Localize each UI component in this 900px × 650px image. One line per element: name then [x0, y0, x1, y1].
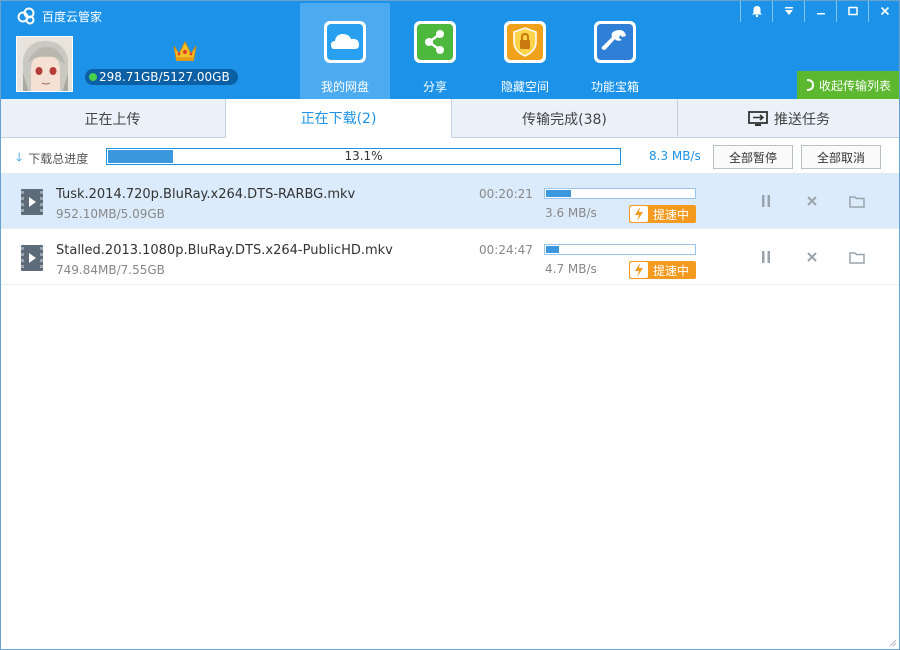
- folder-icon: [849, 195, 865, 208]
- tab-uploading-label: 正在上传: [84, 111, 141, 128]
- avatar-image: [17, 37, 72, 91]
- cancel-button[interactable]: [804, 193, 820, 209]
- file-name: Tusk.2014.720p.BluRay.x264.DTS-RARBG.mkv: [56, 187, 356, 202]
- wrench-icon: [593, 20, 637, 64]
- nav-my-disk-label: 我的网盘: [320, 80, 369, 94]
- file-progress-fill: [546, 190, 571, 197]
- close-icon: [807, 252, 817, 262]
- file-size: 952.10MB/5.09GB: [56, 207, 165, 221]
- window-controls: [740, 0, 900, 22]
- speed-boost-label: 提速中: [653, 263, 690, 278]
- tab-downloading[interactable]: 正在下载(2): [226, 99, 452, 138]
- download-row[interactable]: Tusk.2014.720p.BluRay.x264.DTS-RARBG.mkv…: [0, 173, 900, 229]
- total-progress-text: 下载总进度: [28, 152, 89, 166]
- cancel-all-button[interactable]: 全部取消: [801, 145, 881, 169]
- video-file-icon: [21, 189, 43, 215]
- tab-uploading[interactable]: 正在上传: [0, 99, 226, 138]
- total-progress-bar: 🡓 下载总进度 13.1% 8.3 MB/s 全部暂停 全部取消: [0, 138, 900, 173]
- main-nav: 我的网盘 分享 隐藏空间 功能宝箱: [300, 3, 660, 99]
- pause-button[interactable]: [758, 193, 774, 209]
- speed-boost-badge[interactable]: 提速中: [629, 261, 696, 279]
- minimize-icon: [816, 13, 825, 15]
- share-icon: [413, 20, 457, 64]
- nav-toolbox-label: 功能宝箱: [590, 80, 639, 94]
- nav-my-disk[interactable]: 我的网盘: [300, 3, 390, 99]
- time-remaining: 00:24:47: [479, 243, 533, 257]
- app-title-text: 百度云管家: [42, 9, 103, 24]
- pause-icon: [762, 251, 770, 263]
- close-button[interactable]: [868, 0, 900, 22]
- folder-icon: [849, 251, 865, 264]
- total-progress-percent: 13.1%: [344, 149, 383, 163]
- file-progress-track: [544, 188, 696, 199]
- avatar[interactable]: [16, 36, 73, 92]
- transfer-tabs: 正在上传 正在下载(2) 传输完成(38) 推送任务: [0, 99, 900, 138]
- resize-grip-icon[interactable]: [887, 637, 897, 647]
- close-icon: [807, 196, 817, 206]
- tab-downloading-label: 正在下载(2): [300, 111, 377, 127]
- maximize-icon: [847, 6, 858, 16]
- tab-push-tasks[interactable]: 推送任务: [678, 99, 900, 138]
- nav-share-label: 分享: [422, 80, 447, 94]
- baidu-cloud-logo-icon: [17, 7, 35, 25]
- open-folder-button[interactable]: [849, 249, 865, 265]
- download-row[interactable]: Stalled.2013.1080p.BluRay.DTS.x264-Publi…: [0, 229, 900, 285]
- quota-indicator-icon: [89, 73, 97, 81]
- speed-boost-badge[interactable]: 提速中: [629, 205, 696, 223]
- bell-icon: [751, 6, 762, 17]
- tab-completed[interactable]: 传输完成(38): [452, 99, 678, 138]
- notification-button[interactable]: [740, 0, 772, 22]
- app-title: 百度云管家: [16, 7, 102, 25]
- quota-text: 298.71GB/5127.00GB: [99, 70, 230, 84]
- collapse-label: 收起传输列表: [818, 78, 891, 93]
- file-name: Stalled.2013.1080p.BluRay.DTS.x264-Publi…: [56, 243, 393, 258]
- tab-push-tasks-label: 推送任务: [774, 111, 830, 128]
- total-progress-track: 13.1%: [106, 148, 621, 165]
- lightning-icon: [630, 206, 648, 222]
- file-speed: 3.6 MB/s: [545, 206, 597, 220]
- push-monitor-icon: [748, 110, 768, 126]
- storage-quota: 298.71GB/5127.00GB: [85, 69, 238, 85]
- time-remaining: 00:20:21: [479, 187, 533, 201]
- file-size: 749.84MB/7.55GB: [56, 263, 165, 277]
- menu-button[interactable]: [772, 0, 804, 22]
- nav-hidden-space-label: 隐藏空间: [500, 80, 549, 94]
- dropdown-menu-icon: [784, 7, 793, 15]
- pause-icon: [762, 195, 770, 207]
- file-speed: 4.7 MB/s: [545, 262, 597, 276]
- collapse-arrow-icon: [806, 79, 814, 91]
- header: 百度云管家 298.71GB/5127.00GB 我的网盘 分享 隐藏空间 功能…: [0, 0, 900, 99]
- total-progress-label: 🡓 下载总进度: [16, 148, 88, 169]
- cloud-icon: [323, 20, 367, 64]
- open-folder-button[interactable]: [849, 193, 865, 209]
- lock-icon: [503, 20, 547, 64]
- maximize-button[interactable]: [836, 0, 868, 22]
- pause-button[interactable]: [758, 249, 774, 265]
- minimize-button[interactable]: [804, 0, 836, 22]
- video-file-icon: [21, 245, 43, 271]
- collapse-transfer-list-button[interactable]: 收起传输列表: [797, 71, 899, 99]
- file-progress-fill: [546, 246, 559, 253]
- file-progress-track: [544, 244, 696, 255]
- nav-share[interactable]: 分享: [390, 3, 480, 99]
- total-speed: 8.3 MB/s: [649, 149, 701, 163]
- speed-boost-label: 提速中: [653, 207, 690, 222]
- nav-toolbox[interactable]: 功能宝箱: [570, 3, 660, 99]
- nav-hidden-space[interactable]: 隐藏空间: [480, 3, 570, 99]
- close-icon: [880, 6, 889, 16]
- tab-completed-label: 传输完成(38): [522, 111, 607, 128]
- vip-crown-icon: [173, 40, 197, 61]
- download-arrow-icon: 🡓: [16, 150, 23, 164]
- pause-all-button[interactable]: 全部暂停: [713, 145, 793, 169]
- cancel-button[interactable]: [804, 249, 820, 265]
- lightning-icon: [630, 262, 648, 278]
